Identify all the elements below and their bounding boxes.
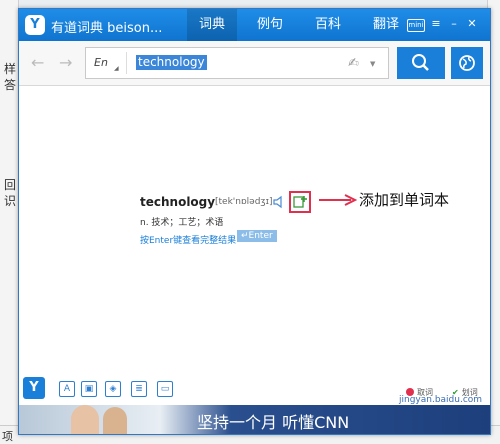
background-text: 项 xyxy=(2,430,13,443)
chat-icon[interactable]: ▭ xyxy=(157,381,173,397)
document-icon[interactable]: ≣ xyxy=(131,381,147,397)
background-text: 答 xyxy=(4,78,17,92)
annotation-arrow-icon xyxy=(319,194,357,206)
minimize-icon[interactable]: – xyxy=(447,17,461,31)
banner-person-image xyxy=(103,407,127,434)
tab-examples[interactable]: 例句 xyxy=(245,9,295,41)
tag-icon[interactable]: ◈ xyxy=(105,381,121,397)
image-lookup-icon[interactable]: ▣ xyxy=(81,381,97,397)
search-button[interactable] xyxy=(397,47,445,79)
add-to-wordbook-button[interactable] xyxy=(289,191,311,213)
search-bar: ← → En ◢ technology ✍ ▼ xyxy=(19,41,490,86)
tab-translate[interactable]: 翻译 xyxy=(361,9,411,41)
app-logo-icon: Y xyxy=(25,15,45,35)
chevron-down-icon: ◢ xyxy=(114,65,119,72)
forward-arrow-icon[interactable]: → xyxy=(59,53,72,72)
annotation-label: 添加到单词本 xyxy=(359,191,450,209)
dictionary-home-button[interactable]: Y xyxy=(23,377,45,399)
chevron-down-icon[interactable]: ▼ xyxy=(370,60,375,68)
mini-mode-button[interactable]: mini xyxy=(407,19,425,32)
divider xyxy=(126,52,127,74)
watermark-text: jingyan.baidu.com xyxy=(399,395,483,405)
search-query-text[interactable]: technology xyxy=(136,55,207,70)
menu-icon[interactable]: ≡ xyxy=(429,17,443,31)
phonetic-text: [tek'nɒlədʒɪ] xyxy=(215,197,273,207)
title-bar: Y 有道词典 beison... 词典 例句 百科 翻译 mini ≡ – ✕ xyxy=(19,9,490,41)
back-arrow-icon[interactable]: ← xyxy=(31,53,44,72)
result-word: technology xyxy=(140,195,216,209)
banner-text: 坚持一个月 听懂CNN xyxy=(197,413,350,432)
globe-icon xyxy=(459,55,475,71)
handwriting-icon[interactable]: ✍ xyxy=(348,56,359,71)
dictionary-window: Y 有道词典 beison... 词典 例句 百科 翻译 mini ≡ – ✕ … xyxy=(18,8,491,435)
background-left-panel: 样 答 回 识 xyxy=(0,0,19,443)
translate-globe-button[interactable] xyxy=(451,47,483,79)
text-lookup-icon[interactable]: A xyxy=(59,381,75,397)
background-text: 样 xyxy=(4,62,17,76)
search-icon xyxy=(412,54,429,71)
enter-button[interactable]: ↵Enter xyxy=(237,230,277,242)
add-wordbook-icon xyxy=(293,196,307,208)
ad-banner[interactable]: 坚持一个月 听懂CNN xyxy=(19,405,490,434)
tab-dictionary[interactable]: 词典 xyxy=(187,9,237,41)
language-selector[interactable]: En xyxy=(94,56,108,69)
search-input[interactable]: En ◢ technology ✍ ▼ xyxy=(85,47,389,79)
background-text: 回 xyxy=(4,178,17,192)
full-result-link[interactable]: 按Enter键查看完整结果 xyxy=(140,233,236,246)
speaker-icon[interactable] xyxy=(273,195,285,209)
banner-person-image xyxy=(71,405,99,434)
definition-text: n. 技术；工艺；术语 xyxy=(140,218,224,228)
tab-encyclopedia[interactable]: 百科 xyxy=(303,9,353,41)
background-text: 识 xyxy=(4,194,17,208)
close-icon[interactable]: ✕ xyxy=(465,17,479,31)
app-title: 有道词典 beison... xyxy=(51,21,163,36)
